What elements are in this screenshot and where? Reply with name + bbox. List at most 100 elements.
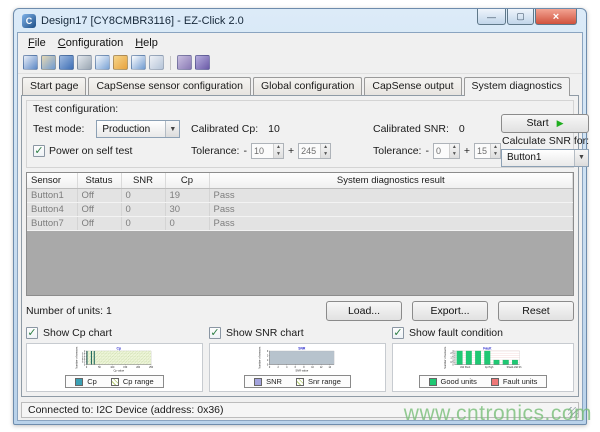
toolbar bbox=[18, 52, 582, 74]
svg-text:0.6: 0.6 bbox=[82, 356, 86, 358]
table-cell: 0 bbox=[121, 188, 165, 202]
calculate-snr-for-select[interactable]: Button1 ▼ bbox=[501, 149, 589, 167]
connect-device-icon[interactable] bbox=[113, 55, 128, 70]
menu-configuration[interactable]: Configuration bbox=[52, 35, 129, 51]
column-header[interactable]: SNR bbox=[121, 173, 165, 188]
cp-tolerance-minus-spinner[interactable]: 10 ▲▼ bbox=[251, 143, 284, 159]
resize-grip-icon[interactable] bbox=[568, 407, 578, 417]
svg-text:100: 100 bbox=[110, 367, 115, 369]
svg-text:200: 200 bbox=[136, 367, 141, 369]
help-icon[interactable] bbox=[195, 55, 210, 70]
svg-text:12: 12 bbox=[320, 367, 323, 369]
svg-text:4: 4 bbox=[286, 367, 288, 369]
svg-text:3: 3 bbox=[267, 351, 269, 353]
column-header[interactable]: Sensor bbox=[27, 173, 77, 188]
start-button[interactable]: Start ▶ bbox=[501, 114, 589, 133]
test-mode-select[interactable]: Production ▼ bbox=[96, 120, 180, 138]
spinner-arrows-icon[interactable]: ▲▼ bbox=[490, 144, 500, 158]
svg-text:1: 1 bbox=[452, 360, 454, 362]
legend-entry: Fault units bbox=[491, 377, 538, 386]
snr-tolerance-minus-spinner[interactable]: 0 ▲▼ bbox=[433, 143, 460, 159]
chart-legend-2: Good unitsFault units bbox=[419, 375, 548, 388]
window-title: Design17 [CY8CMBR3116] - EZ-Click 2.0 bbox=[41, 15, 244, 27]
table-row[interactable]: Button4Off030Pass bbox=[27, 202, 573, 216]
svg-text:2: 2 bbox=[277, 367, 279, 369]
chart-legend-1: SNRSnr range bbox=[244, 375, 351, 388]
generate-report-icon[interactable] bbox=[95, 55, 110, 70]
cp-tolerance-plus-spinner[interactable]: 245 ▲▼ bbox=[298, 143, 331, 159]
svg-text:0: 0 bbox=[84, 364, 86, 366]
table-cell: Off bbox=[77, 202, 121, 216]
apply-config-icon[interactable] bbox=[131, 55, 146, 70]
column-header[interactable]: Status bbox=[77, 173, 121, 188]
minimize-button[interactable]: — bbox=[477, 9, 506, 25]
table-cell: 30 bbox=[165, 202, 209, 216]
svg-text:1: 1 bbox=[84, 351, 86, 353]
show-snr-chart-toggle[interactable]: ✓ Show SNR chart bbox=[209, 326, 386, 340]
power-on-self-test-checkbox[interactable]: ✓ bbox=[33, 145, 45, 157]
snr-chart-column: ✓ Show SNR chart SNR012302468101214SNR v… bbox=[209, 326, 386, 392]
minus-sign: - bbox=[425, 145, 429, 157]
window-controls: —▢× bbox=[476, 9, 577, 25]
svg-text:Vdd Short: Vdd Short bbox=[460, 366, 471, 369]
svg-text:14: 14 bbox=[328, 367, 331, 369]
snr-tolerance-minus-value: 0 bbox=[434, 144, 449, 158]
calculate-snr-for-label: Calculate SNR for: bbox=[502, 135, 589, 147]
svg-text:250: 250 bbox=[149, 367, 154, 369]
show-fault-condition-checkbox[interactable]: ✓ bbox=[392, 327, 404, 339]
app-icon: C bbox=[22, 14, 36, 28]
show-fault-condition-toggle[interactable]: ✓ Show fault condition bbox=[392, 326, 574, 340]
snr-tolerance-plus-spinner[interactable]: 15 ▲▼ bbox=[474, 143, 501, 159]
app-window: C Design17 [CY8CMBR3116] - EZ-Click 2.0 … bbox=[13, 8, 587, 425]
legend-label: Cp bbox=[87, 377, 97, 386]
calculate-snr-for-value: Button1 bbox=[502, 152, 574, 163]
table-cell: Button1 bbox=[27, 188, 77, 202]
disconnect-icon[interactable] bbox=[177, 55, 192, 70]
table-cell: Button7 bbox=[27, 216, 77, 230]
column-header[interactable]: Cp bbox=[165, 173, 209, 188]
tab-system-diagnostics[interactable]: System diagnostics bbox=[464, 77, 570, 96]
svg-text:0.4: 0.4 bbox=[82, 359, 86, 361]
legend-swatch-icon bbox=[75, 378, 83, 386]
legend-swatch-icon bbox=[296, 378, 304, 386]
svg-text:6: 6 bbox=[295, 367, 297, 369]
svg-text:SNR value: SNR value bbox=[295, 369, 308, 373]
table-header-row: SensorStatusSNRCpSystem diagnostics resu… bbox=[27, 173, 573, 188]
close-button[interactable]: × bbox=[535, 9, 577, 25]
new-design-icon[interactable] bbox=[23, 55, 38, 70]
cp-tolerance-minus-value: 10 bbox=[252, 144, 273, 158]
connection-status: Connected to: I2C Device (address: 0x36) bbox=[21, 402, 579, 418]
spinner-arrows-icon[interactable]: ▲▼ bbox=[449, 144, 459, 158]
tab-capsense-sensor-configuration[interactable]: CapSense sensor configuration bbox=[88, 77, 251, 95]
column-header[interactable]: System diagnostics result bbox=[209, 173, 573, 188]
show-snr-chart-checkbox[interactable]: ✓ bbox=[209, 327, 221, 339]
table-cell: Off bbox=[77, 216, 121, 230]
units-row: Number of units: 1 Load... Export... Res… bbox=[26, 300, 574, 322]
save-icon[interactable] bbox=[59, 55, 74, 70]
menu-file[interactable]: File bbox=[22, 35, 52, 51]
table-row[interactable]: Button1Off019Pass bbox=[27, 188, 573, 202]
chart-svg-1: SNR012302468101214SNR valueNumber of sen… bbox=[212, 346, 383, 374]
print-icon[interactable] bbox=[77, 55, 92, 70]
reset-button[interactable]: Reset bbox=[498, 301, 574, 321]
svg-text:Number of sensors: Number of sensors bbox=[257, 346, 261, 369]
export-button[interactable]: Export... bbox=[412, 301, 488, 321]
open-design-icon[interactable] bbox=[41, 55, 56, 70]
fault-chart-panel: Fault00.511.522.53Vdd ShortCp HighShield… bbox=[392, 343, 574, 392]
load-button[interactable]: Load... bbox=[326, 301, 402, 321]
tab-start-page[interactable]: Start page bbox=[22, 77, 86, 95]
maximize-button[interactable]: ▢ bbox=[507, 9, 534, 25]
show-cp-chart-toggle[interactable]: ✓ Show Cp chart bbox=[26, 326, 203, 340]
svg-text:0.8: 0.8 bbox=[82, 354, 86, 356]
spinner-arrows-icon[interactable]: ▲▼ bbox=[320, 144, 330, 158]
title-bar[interactable]: C Design17 [CY8CMBR3116] - EZ-Click 2.0 … bbox=[17, 9, 583, 32]
tab-global-configuration[interactable]: Global configuration bbox=[253, 77, 362, 95]
tab-capsense-output[interactable]: CapSense output bbox=[364, 77, 461, 95]
spinner-arrows-icon[interactable]: ▲▼ bbox=[273, 144, 283, 158]
table-row[interactable]: Button7Off00Pass bbox=[27, 216, 573, 230]
show-cp-chart-checkbox[interactable]: ✓ bbox=[26, 327, 38, 339]
menu-help[interactable]: Help bbox=[129, 35, 164, 51]
calibrated-snr-value: 0 bbox=[459, 123, 465, 135]
document-icon[interactable] bbox=[149, 55, 164, 70]
snr-tolerance-label: Tolerance: bbox=[373, 145, 421, 157]
